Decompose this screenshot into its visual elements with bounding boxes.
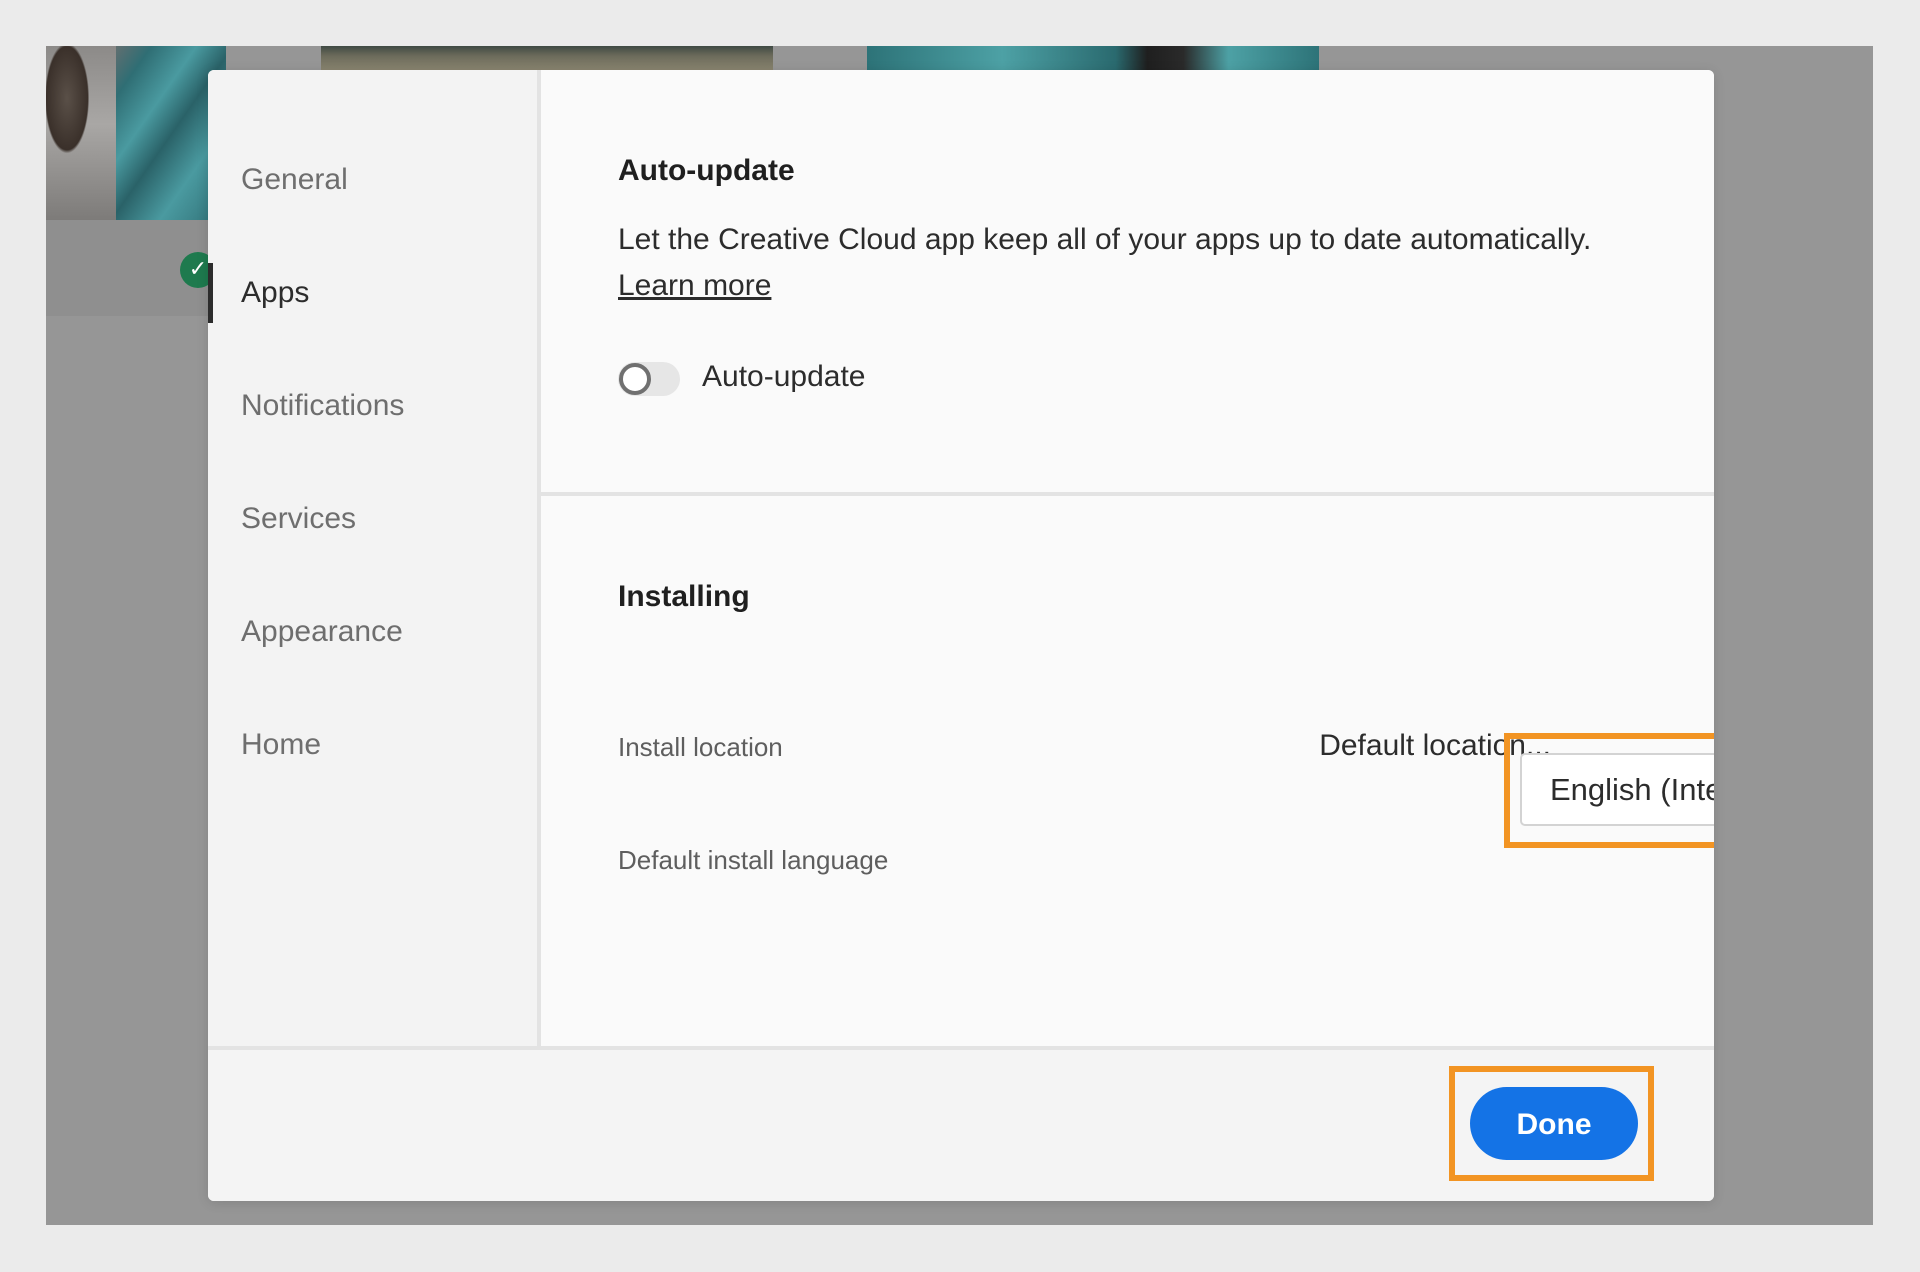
auto-update-toggle[interactable] [618,362,680,396]
sidebar-item-label: Notifications [241,389,405,422]
background-thumbnail-person [46,46,116,220]
background-thumbnail [867,46,1319,70]
language-dropdown[interactable]: English (International) [1520,753,1714,826]
default-install-language-label: Default install language [618,845,889,875]
auto-update-toggle-label: Auto-update [702,360,866,393]
section-divider [541,492,1714,496]
learn-more-link[interactable]: Learn more [618,269,771,303]
sidebar-item-appearance[interactable]: Appearance [208,598,537,666]
sidebar-item-label: General [241,163,348,196]
sidebar-item-apps[interactable]: Apps [208,259,537,327]
done-button[interactable]: Done [1470,1087,1638,1160]
sidebar-item-services[interactable]: Services [208,485,537,553]
language-dropdown-value: English (International) [1550,772,1714,807]
sidebar-item-label: Home [241,728,322,761]
installing-heading: Installing [618,580,750,613]
sidebar-item-home[interactable]: Home [208,711,537,779]
auto-update-description: Let the Creative Cloud app keep all of y… [618,223,1592,256]
sidebar-item-label: Appearance [241,615,403,648]
background-thumbnail [321,46,773,70]
toggle-knob [619,363,651,395]
install-location-label: Install location [618,732,783,762]
background-thumbnail [46,46,226,220]
sidebar-item-general[interactable]: General [208,146,537,214]
auto-update-heading: Auto-update [618,154,795,187]
preferences-dialog: General Apps Notifications Services Appe… [208,70,1714,1201]
preferences-sidebar: General Apps Notifications Services Appe… [208,70,541,1046]
preferences-content: Auto-update Let the Creative Cloud app k… [541,70,1714,1046]
sidebar-item-label: Services [241,502,357,535]
sidebar-item-notifications[interactable]: Notifications [208,372,537,440]
sidebar-item-label: Apps [241,276,310,309]
